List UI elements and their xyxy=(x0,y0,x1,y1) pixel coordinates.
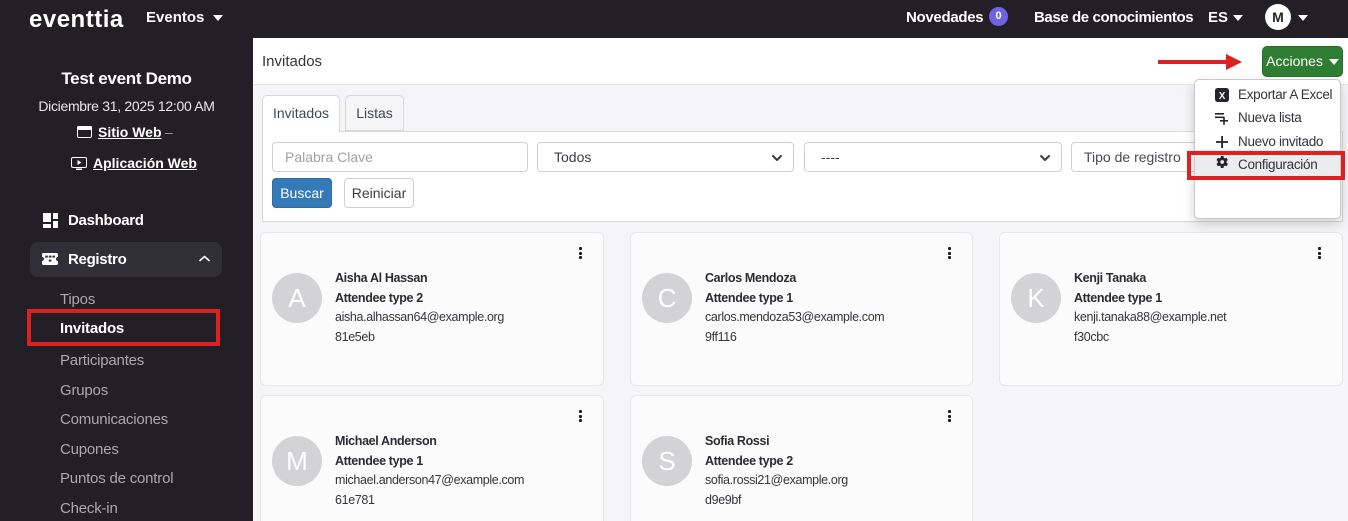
svg-text:X: X xyxy=(1219,91,1226,102)
